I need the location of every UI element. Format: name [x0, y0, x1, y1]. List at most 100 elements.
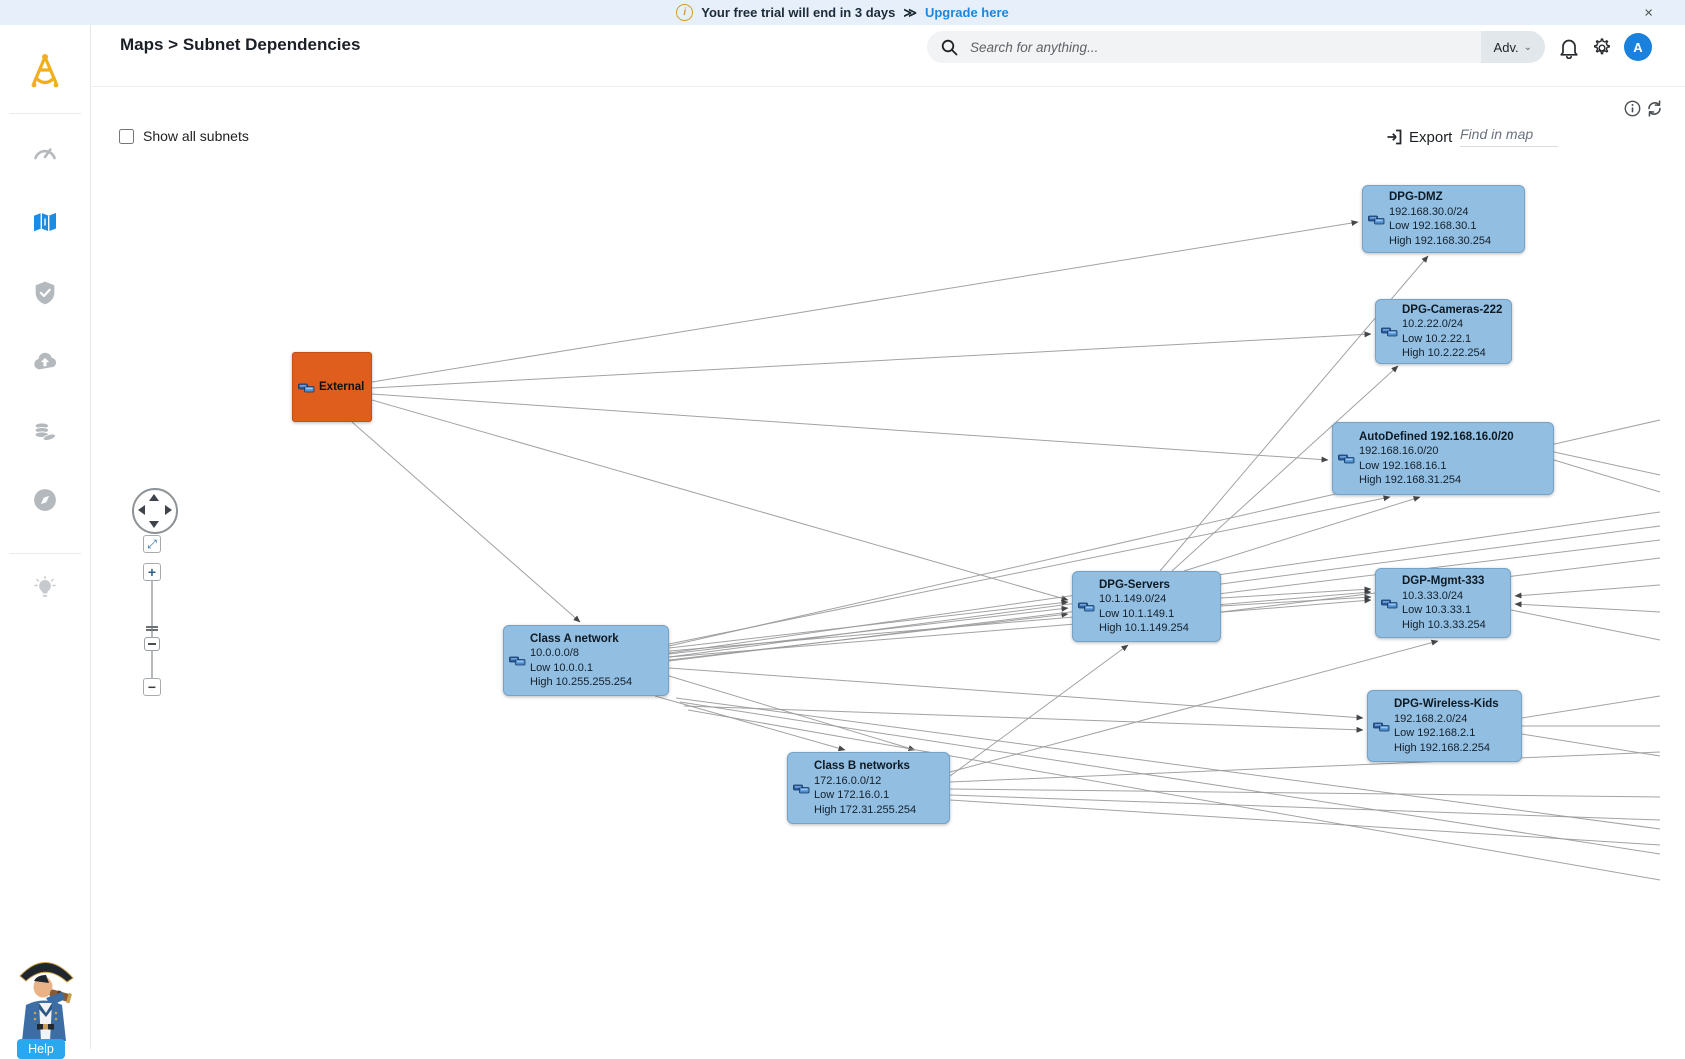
chevrons-icon: ≫ — [903, 5, 917, 21]
node-line: 192.168.16.0/20 — [1359, 444, 1514, 459]
node-line: Low 172.16.0.1 — [814, 788, 916, 803]
network-icon — [793, 782, 814, 795]
node-line: High 172.31.255.254 — [814, 803, 916, 818]
compass-icon — [32, 487, 59, 514]
map-node-dpg-cameras-222[interactable]: DPG-Cameras-222 10.2.22.0/24Low 10.2.22.… — [1375, 299, 1512, 364]
map-icon — [32, 210, 59, 235]
node-line: Low 10.2.22.1 — [1402, 332, 1502, 347]
show-all-subnets-checkbox[interactable] — [119, 129, 134, 144]
node-line: Low 192.168.30.1 — [1389, 219, 1491, 234]
node-line: Low 192.168.16.1 — [1359, 459, 1514, 474]
header: Maps > Subnet Dependencies Adv. ⌄ A — [90, 25, 1685, 86]
global-search[interactable]: Adv. ⌄ — [927, 31, 1545, 63]
sidebar-item-ideas[interactable] — [32, 576, 58, 603]
pan-down-icon[interactable] — [149, 521, 159, 528]
notifications-bell-icon[interactable] — [1559, 37, 1579, 59]
coins-stack-icon — [32, 420, 59, 444]
sidebar-item-discovery[interactable] — [32, 487, 59, 514]
pan-control[interactable] — [132, 488, 178, 534]
cloud-upload-icon — [32, 349, 59, 371]
zoom-out-button[interactable]: − — [143, 678, 161, 696]
network-icon — [1078, 600, 1099, 613]
zoom-slider-handle[interactable] — [144, 637, 160, 651]
node-line: 192.168.30.0/24 — [1389, 205, 1491, 220]
plus-icon: + — [148, 564, 156, 580]
sidebar-item-inventory[interactable] — [32, 420, 59, 444]
expand-icon: ⤢ — [147, 537, 157, 552]
node-line: 192.168.2.0/24 — [1394, 712, 1499, 727]
user-avatar[interactable]: A — [1624, 33, 1652, 61]
node-title: Class A network — [530, 632, 632, 647]
network-icon — [1338, 452, 1359, 465]
node-title: DPG-Servers — [1099, 578, 1189, 593]
sidebar-item-maps[interactable] — [32, 210, 59, 235]
minus-icon: − — [148, 679, 156, 695]
node-line: 10.3.33.0/24 — [1402, 589, 1486, 604]
auvik-logo[interactable] — [26, 52, 64, 94]
pan-left-icon[interactable] — [138, 505, 145, 515]
map-refresh-icon[interactable] — [1645, 99, 1664, 118]
gauge-icon — [31, 140, 59, 164]
map-node-dpg-servers[interactable]: DPG-Servers 10.1.149.0/24Low 10.1.149.1H… — [1072, 571, 1221, 642]
node-line: 10.0.0.0/8 — [530, 646, 632, 661]
export-icon — [1386, 128, 1403, 146]
sidebar-divider — [9, 113, 81, 114]
sidebar-item-security[interactable] — [32, 280, 59, 306]
map-node-dpg-dmz[interactable]: DPG-DMZ 192.168.30.0/24Low 192.168.30.1H… — [1362, 185, 1525, 253]
sidebar-item-cloud[interactable] — [32, 349, 59, 371]
map-node-class-b-networks[interactable]: Class B networks 172.16.0.0/12Low 172.16… — [787, 752, 950, 824]
content-divider — [90, 86, 1685, 87]
map-node-autodefined-192-168-16-0-20[interactable]: AutoDefined 192.168.16.0/20 192.168.16.0… — [1332, 422, 1554, 495]
node-line: High 192.168.31.254 — [1359, 473, 1514, 488]
map-node-class-a-network[interactable]: Class A network 10.0.0.0/8Low 10.0.0.1Hi… — [503, 625, 669, 696]
captain-mascot — [13, 951, 79, 1041]
node-title: DGP-Mgmt-333 — [1402, 574, 1486, 589]
sidebar-item-dashboard[interactable] — [31, 140, 59, 164]
trial-message: Your free trial will end in 3 days — [701, 5, 895, 20]
shield-check-icon — [32, 280, 59, 306]
node-title: Class B networks — [814, 759, 916, 774]
node-line: High 10.3.33.254 — [1402, 618, 1486, 633]
map-node-dgp-mgmt-333[interactable]: DGP-Mgmt-333 10.3.33.0/24Low 10.3.33.1Hi… — [1375, 568, 1511, 638]
map-info-icon[interactable] — [1624, 100, 1641, 117]
advanced-search-button[interactable]: Adv. ⌄ — [1481, 31, 1545, 63]
node-line: High 10.255.255.254 — [530, 675, 632, 690]
node-line: Low 10.1.149.1 — [1099, 607, 1189, 622]
export-button[interactable]: Export — [1386, 128, 1452, 146]
node-title: DPG-Cameras-222 — [1402, 303, 1502, 318]
node-line: Low 10.3.33.1 — [1402, 603, 1486, 618]
map-node-external[interactable]: External — [292, 352, 372, 422]
node-line: 172.16.0.0/12 — [814, 774, 916, 789]
show-all-subnets-label: Show all subnets — [143, 128, 249, 144]
map-node-dpg-wireless-kids[interactable]: DPG-Wireless-Kids 192.168.2.0/24Low 192.… — [1367, 690, 1522, 762]
settings-gear-icon[interactable] — [1591, 37, 1613, 59]
pan-up-icon[interactable] — [149, 494, 159, 501]
export-label: Export — [1409, 129, 1452, 146]
search-input[interactable] — [968, 39, 1481, 56]
find-in-map-input[interactable] — [1460, 124, 1558, 147]
zoom-slider-detent — [146, 626, 158, 631]
help-button[interactable]: Help — [17, 1039, 65, 1059]
upgrade-link[interactable]: Upgrade here — [925, 5, 1009, 20]
sidebar-divider — [9, 553, 81, 554]
zoom-slider-track[interactable] — [151, 581, 153, 681]
node-line: Low 10.0.0.1 — [530, 661, 632, 676]
node-title: DPG-Wireless-Kids — [1394, 697, 1499, 712]
chevron-down-icon: ⌄ — [1524, 42, 1532, 53]
node-line: High 192.168.2.254 — [1394, 741, 1499, 756]
network-icon — [1381, 597, 1402, 610]
adv-label: Adv. — [1494, 40, 1519, 55]
search-icon — [941, 39, 958, 56]
pan-right-icon[interactable] — [165, 505, 172, 515]
network-icon — [1368, 213, 1389, 226]
sidebar: Help — [0, 25, 91, 1049]
node-title: External — [319, 380, 364, 395]
zoom-in-button[interactable]: + — [143, 563, 161, 581]
node-title: AutoDefined 192.168.16.0/20 — [1359, 430, 1514, 445]
network-icon — [298, 381, 319, 394]
show-all-subnets-toggle[interactable]: Show all subnets — [119, 128, 249, 144]
node-line: Low 192.168.2.1 — [1394, 726, 1499, 741]
close-icon[interactable]: × — [1644, 5, 1653, 20]
fit-to-screen-button[interactable]: ⤢ — [143, 535, 161, 553]
dependency-edges — [0, 0, 1685, 1049]
